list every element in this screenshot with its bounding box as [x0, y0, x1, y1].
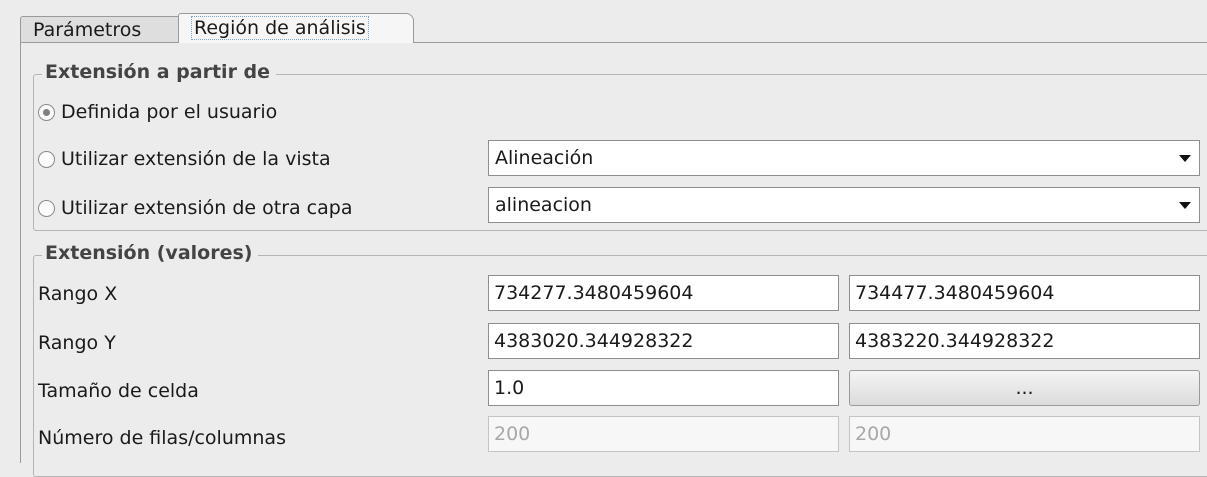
tab-region-analisis-label: Región de análisis — [191, 16, 369, 40]
rows-cols-label: Número de filas/columnas — [38, 427, 286, 449]
tab-parametros[interactable]: Parámetros — [20, 16, 185, 43]
view-extent-select[interactable]: Alineación — [488, 140, 1200, 176]
radio-user-defined-label: Definida por el usuario — [61, 101, 278, 123]
chevron-down-icon[interactable] — [1179, 202, 1191, 209]
cell-size-button[interactable]: ... — [849, 370, 1200, 406]
radio-user-defined[interactable]: Definida por el usuario — [38, 101, 277, 123]
range-y-max-input[interactable]: 4383220.344928322 — [849, 323, 1200, 359]
radio-selected-icon[interactable] — [38, 104, 55, 121]
chevron-down-icon[interactable] — [1179, 155, 1191, 162]
radio-layer-extent-label: Utilizar extensión de otra capa — [61, 197, 353, 219]
cell-size-label: Tamaño de celda — [38, 380, 199, 402]
range-x-min-input[interactable]: 734277.3480459604 — [488, 275, 839, 311]
radio-unselected-icon[interactable] — [38, 151, 55, 168]
tab-region-analisis[interactable]: Región de análisis — [178, 13, 414, 43]
radio-view-extent[interactable]: Utilizar extensión de la vista — [38, 148, 331, 170]
extent-values-legend: Extensión (valores) — [42, 242, 259, 264]
extent-source-legend: Extensión a partir de — [42, 61, 277, 83]
tab-parametros-label: Parámetros — [33, 19, 142, 41]
range-y-min-input[interactable]: 4383020.344928322 — [488, 323, 839, 359]
radio-layer-extent[interactable]: Utilizar extensión de otra capa — [38, 197, 352, 219]
layer-extent-select-value: alineacion — [495, 194, 592, 216]
range-x-label: Rango X — [38, 283, 118, 305]
layer-extent-select[interactable]: alineacion — [488, 187, 1200, 223]
range-x-max-input[interactable]: 734477.3480459604 — [849, 275, 1200, 311]
range-y-label: Rango Y — [38, 332, 116, 354]
cols-input: 200 — [849, 416, 1200, 452]
rows-input: 200 — [488, 416, 839, 452]
cell-size-input[interactable]: 1.0 — [488, 370, 839, 406]
view-extent-select-value: Alineación — [495, 147, 594, 169]
radio-view-extent-label: Utilizar extensión de la vista — [61, 148, 331, 170]
radio-unselected-icon[interactable] — [38, 200, 55, 217]
